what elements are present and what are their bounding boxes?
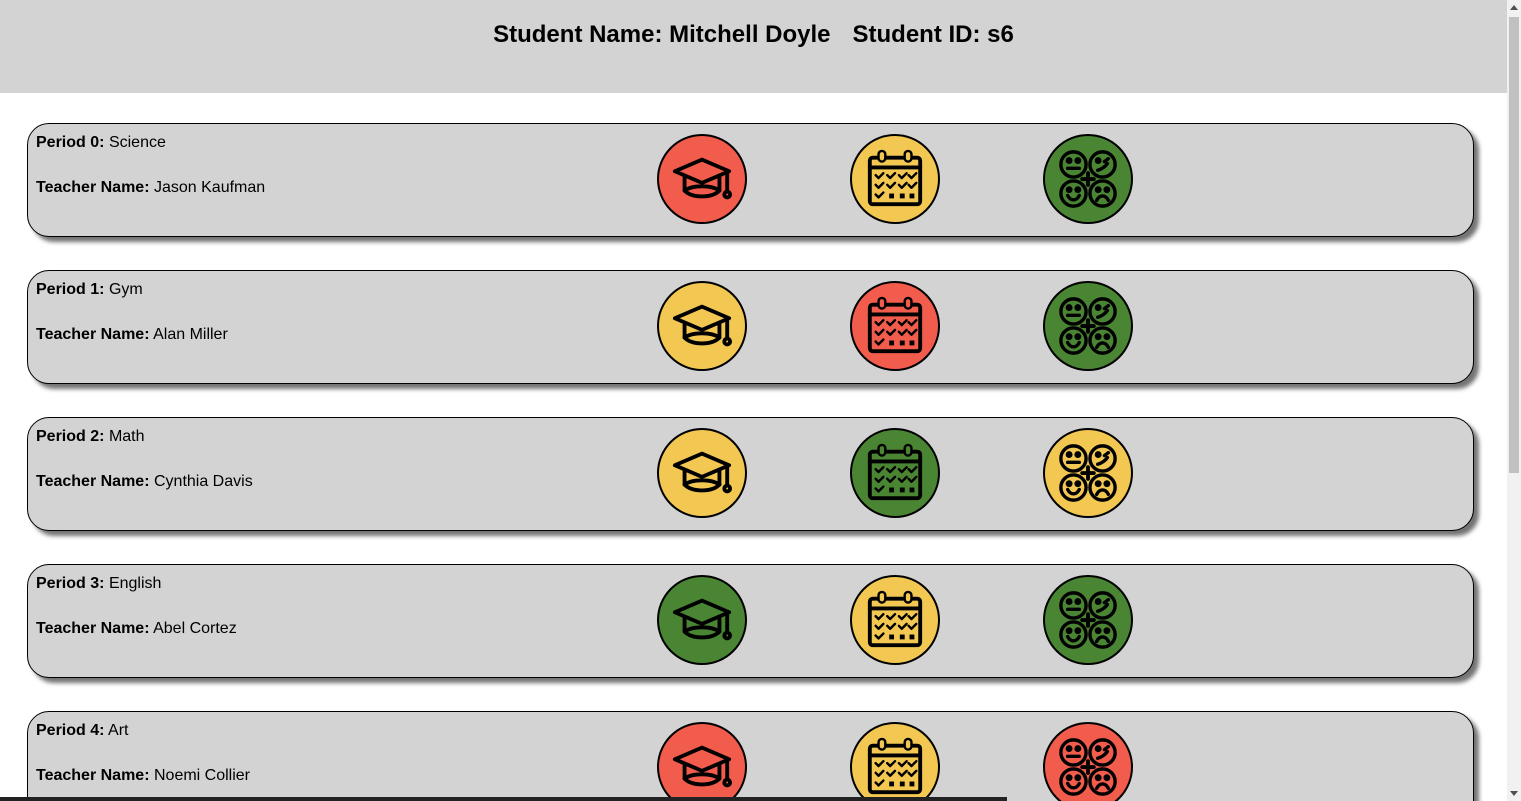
teacher-name: Alan Miller xyxy=(153,326,228,343)
period-line: Period 0: Science xyxy=(36,134,166,151)
grades-status-button[interactable] xyxy=(657,428,747,518)
subject-name: Gym xyxy=(108,281,143,298)
teacher-line: Teacher Name: Alan Miller xyxy=(36,326,228,343)
subject-name: English xyxy=(108,575,162,592)
page-viewport: Student Name: Mitchell Doyle Student ID: … xyxy=(0,0,1521,801)
period-line: Period 3: English xyxy=(36,575,162,592)
teacher-line: Teacher Name: Abel Cortez xyxy=(36,620,237,637)
period-card[interactable]: Period 3: English Teacher Name: Abel Cor… xyxy=(27,564,1474,678)
behavior-status-button[interactable] xyxy=(1043,281,1133,371)
attendance-status-button[interactable] xyxy=(850,722,940,801)
period-card[interactable]: Period 1: Gym Teacher Name: Alan Miller xyxy=(27,270,1474,384)
behavior-status-button[interactable] xyxy=(1043,575,1133,665)
period-line: Period 1: Gym xyxy=(36,281,143,298)
bottom-status-bar xyxy=(0,797,1007,801)
attendance-status-button[interactable] xyxy=(850,575,940,665)
teacher-line: Teacher Name: Noemi Collier xyxy=(36,767,251,784)
teacher-name: Noemi Collier xyxy=(153,767,251,784)
teacher-name: Jason Kaufman xyxy=(153,179,266,196)
period-card[interactable]: Period 2: Math Teacher Name: Cynthia Dav… xyxy=(27,417,1474,531)
period-card[interactable]: Period 0: Science Teacher Name: Jason Ka… xyxy=(27,123,1474,237)
period-line: Period 2: Math xyxy=(36,428,145,445)
student-id-label: Student ID: xyxy=(852,21,981,48)
attendance-status-button[interactable] xyxy=(850,428,940,518)
behavior-status-button[interactable] xyxy=(1043,428,1133,518)
vertical-scrollbar[interactable] xyxy=(1507,0,1521,801)
grades-status-button[interactable] xyxy=(657,722,747,801)
teacher-line: Teacher Name: Jason Kaufman xyxy=(36,179,266,196)
teacher-line: Teacher Name: Cynthia Davis xyxy=(36,473,253,490)
subject-name: Math xyxy=(108,428,145,445)
period-line: Period 4: Art xyxy=(36,722,129,739)
teacher-name: Cynthia Davis xyxy=(153,473,253,490)
page-title: Student Name: Mitchell Doyle Student ID: … xyxy=(0,21,1507,49)
behavior-status-button[interactable] xyxy=(1043,134,1133,224)
attendance-status-button[interactable] xyxy=(850,281,940,371)
teacher-name: Abel Cortez xyxy=(153,620,237,637)
behavior-status-button[interactable] xyxy=(1043,722,1133,801)
attendance-status-button[interactable] xyxy=(850,134,940,224)
subject-name: Art xyxy=(108,722,129,739)
student-name-label: Student Name: xyxy=(493,21,663,48)
scrollbar-thumb[interactable] xyxy=(1509,17,1519,473)
grades-status-button[interactable] xyxy=(657,575,747,665)
scroll-up-icon[interactable] xyxy=(1510,5,1518,10)
subject-name: Science xyxy=(108,134,166,151)
student-id: s6 xyxy=(987,21,1014,48)
grades-status-button[interactable] xyxy=(657,281,747,371)
scroll-down-icon[interactable] xyxy=(1510,791,1518,796)
page-header: Student Name: Mitchell Doyle Student ID: … xyxy=(0,0,1507,93)
period-card[interactable]: Period 4: Art Teacher Name: Noemi Collie… xyxy=(27,711,1474,801)
grades-status-button[interactable] xyxy=(657,134,747,224)
student-name: Mitchell Doyle xyxy=(669,21,831,48)
